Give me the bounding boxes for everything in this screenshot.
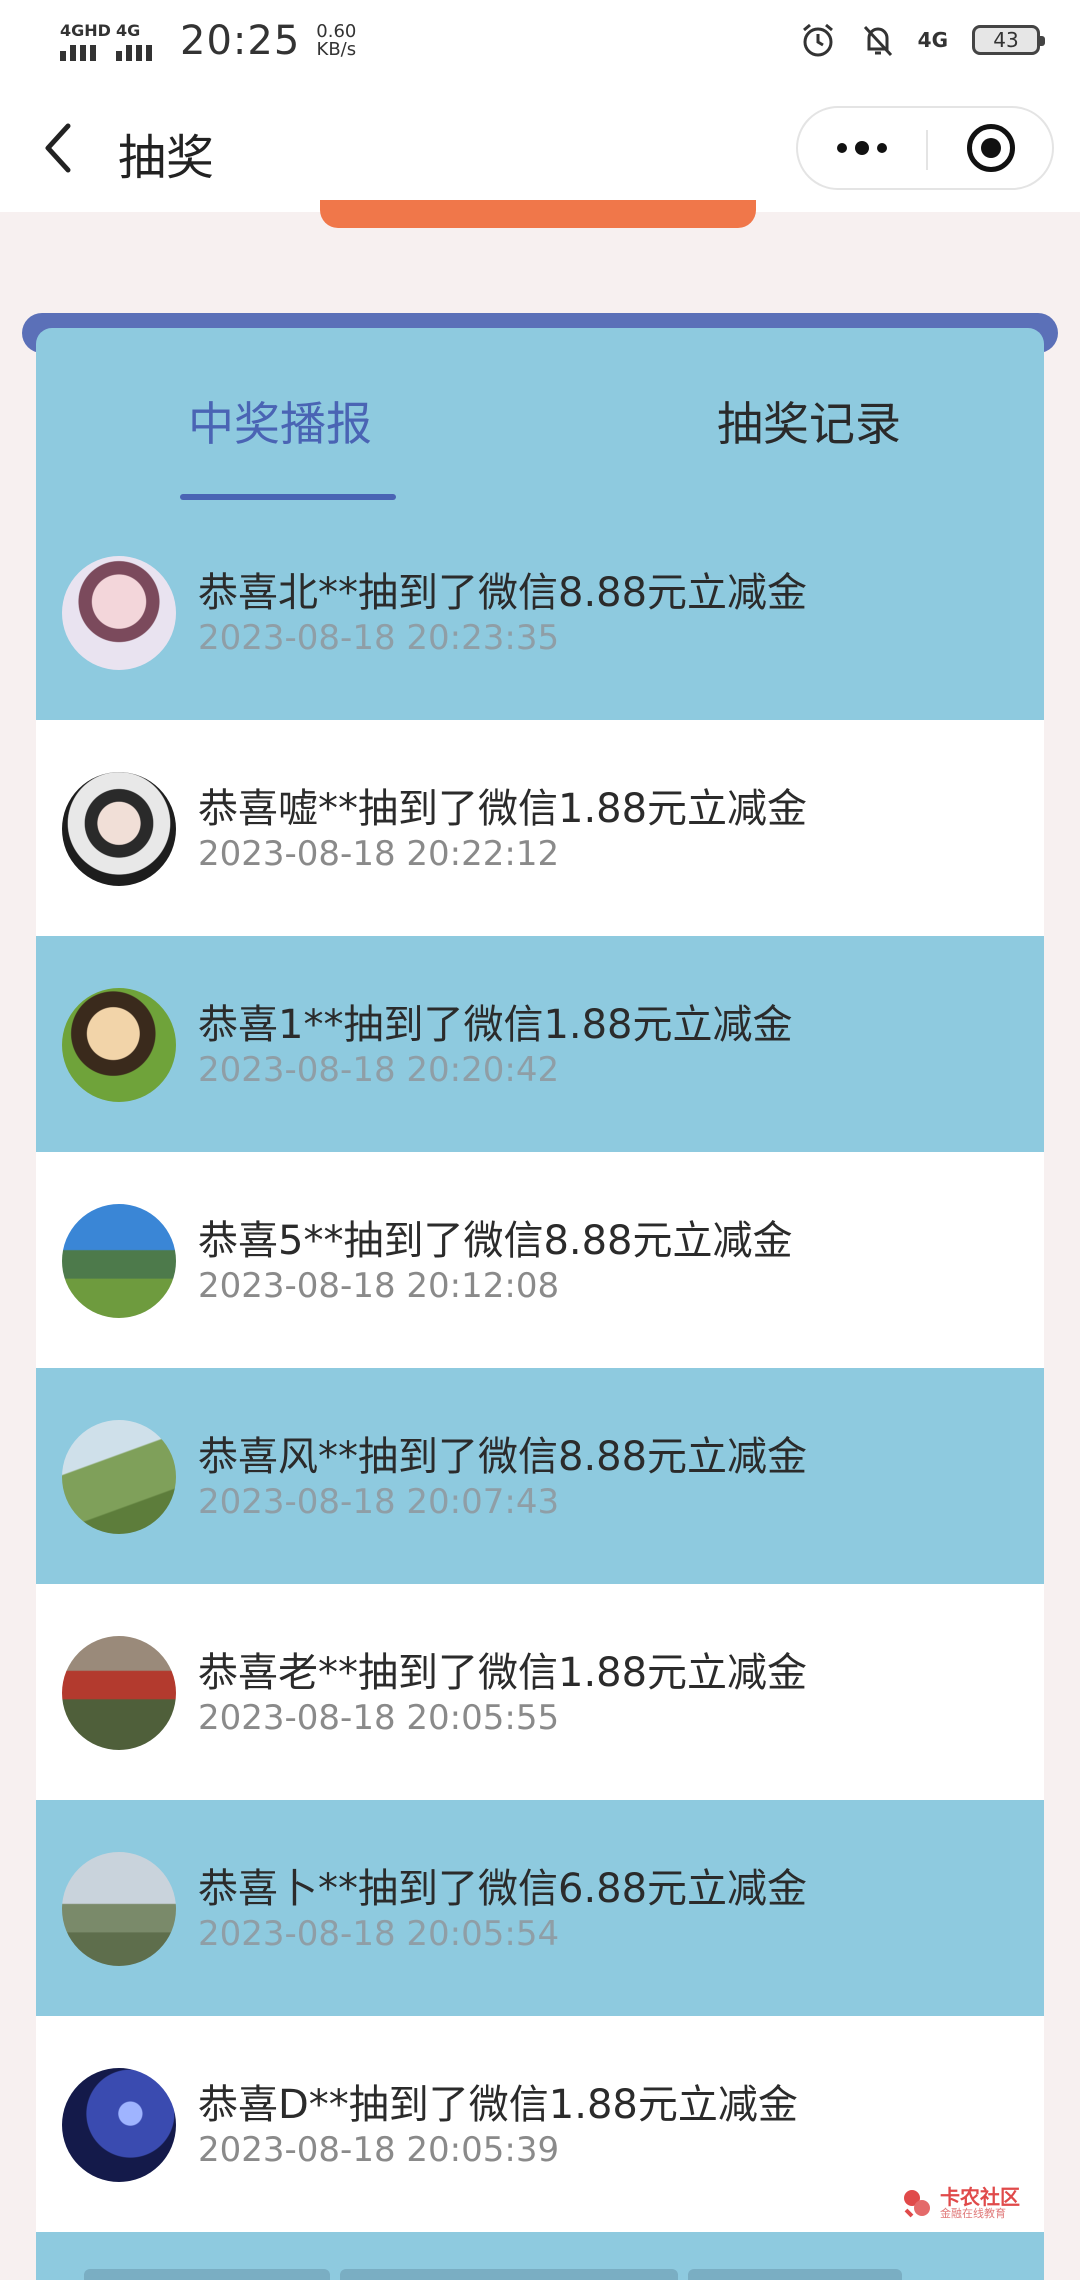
list-item: 恭喜风**抽到了微信8.88元立减金 2023-08-18 20:07:43 (36, 1368, 1044, 1584)
watermark-title: 卡农社区 (940, 2185, 1020, 2209)
network-speed: 0.60 KB/s (316, 23, 356, 59)
back-button[interactable] (38, 120, 78, 176)
list-item: 恭喜老**抽到了微信1.88元立减金 2023-08-18 20:05:55 (36, 1584, 1044, 1800)
winner-message: 恭喜北**抽到了微信8.88元立减金 (198, 570, 808, 616)
back-arrow-icon (45, 123, 71, 173)
winner-message: 恭喜卜**抽到了微信6.88元立减金 (198, 1866, 808, 1912)
signal-label-2: 4G (116, 21, 141, 40)
winner-message: 恭喜风**抽到了微信8.88元立减金 (198, 1434, 808, 1480)
mute-bell-icon (858, 20, 898, 60)
watermark-logo-icon (904, 2190, 930, 2218)
tab-winner-broadcast[interactable]: 中奖播报 (174, 388, 386, 454)
winner-message: 恭喜D**抽到了微信1.88元立减金 (198, 2082, 798, 2128)
avatar (62, 988, 176, 1102)
signal-icon-2: 4G (116, 21, 160, 61)
speed-unit: KB/s (316, 39, 357, 60)
draw-button-partial[interactable] (320, 200, 756, 228)
list-item: 恭喜1**抽到了微信1.88元立减金 2023-08-18 20:20:42 (36, 936, 1044, 1152)
more-button[interactable] (798, 108, 926, 188)
active-tab-indicator (180, 494, 396, 500)
tab-draw-records[interactable]: 抽奖记录 (674, 388, 944, 454)
list-item: 恭喜北**抽到了微信8.88元立减金 2023-08-18 20:23:35 (36, 504, 1044, 720)
avatar (62, 1420, 176, 1534)
winner-time: 2023-08-18 20:12:08 (198, 1266, 560, 1306)
alarm-icon (798, 20, 838, 60)
more-dot-icon (877, 143, 887, 153)
close-mini-program-button[interactable] (928, 108, 1054, 188)
avatar (62, 2068, 176, 2182)
status-bar: 4GHD 4G 20:25 0.60 KB/s 4G 43 (0, 0, 1080, 84)
prize-card: 中奖播报 抽奖记录 恭喜北**抽到了微信8.88元立减金 2023-08-18 … (36, 328, 1044, 2280)
winner-time: 2023-08-18 20:20:42 (198, 1050, 560, 1090)
network-type: 4G (917, 28, 948, 52)
battery-level: 43 (993, 28, 1019, 52)
more-dot-icon (855, 141, 869, 155)
signal-label-1: 4GHD (60, 21, 111, 40)
tab-bar: 中奖播报 抽奖记录 (36, 328, 1044, 504)
winner-message: 恭喜嘘**抽到了微信1.88元立减金 (198, 786, 808, 832)
avatar (62, 1852, 176, 1966)
list-item: 恭喜卜**抽到了微信6.88元立减金 2023-08-18 20:05:54 (36, 1800, 1044, 2016)
target-close-icon (967, 124, 1015, 172)
watermark-subtitle: 金融在线教育 (940, 2207, 1006, 2220)
winner-time: 2023-08-18 20:05:55 (198, 1698, 560, 1738)
winner-time: 2023-08-18 20:05:39 (198, 2130, 560, 2170)
winner-time: 2023-08-18 20:23:35 (198, 618, 560, 658)
winner-message: 恭喜1**抽到了微信1.88元立减金 (198, 1002, 793, 1048)
list-item: 恭喜嘘**抽到了微信1.88元立减金 2023-08-18 20:22:12 (36, 720, 1044, 936)
winner-time: 2023-08-18 20:05:54 (198, 1914, 560, 1954)
mini-program-capsule (796, 106, 1054, 190)
avatar (62, 1636, 176, 1750)
list-item: 恭喜D**抽到了微信1.88元立减金 2023-08-18 20:05:39 (36, 2016, 1044, 2232)
winner-time: 2023-08-18 20:07:43 (198, 1482, 560, 1522)
list-item: 恭喜5**抽到了微信8.88元立减金 2023-08-18 20:12:08 (36, 1152, 1044, 1368)
battery-icon: 43 (972, 25, 1045, 55)
avatar (62, 772, 176, 886)
page-title: 抽奖 (118, 130, 215, 186)
winner-message: 恭喜5**抽到了微信8.88元立减金 (198, 1218, 793, 1264)
winner-list: 恭喜北**抽到了微信8.88元立减金 2023-08-18 20:23:35 恭… (36, 504, 1044, 2232)
watermark: 卡农社区 金融在线教育 (900, 2186, 1020, 2220)
bottom-partial-tabs (84, 2269, 984, 2280)
winner-message: 恭喜老**抽到了微信1.88元立减金 (198, 1650, 808, 1696)
clock: 20:25 (180, 18, 301, 64)
navigation-bar: 抽奖 (0, 84, 1080, 212)
winner-time: 2023-08-18 20:22:12 (198, 834, 560, 874)
signal-icon-1: 4GHD (60, 21, 111, 61)
avatar (62, 556, 176, 670)
more-dot-icon (837, 143, 847, 153)
avatar (62, 1204, 176, 1318)
